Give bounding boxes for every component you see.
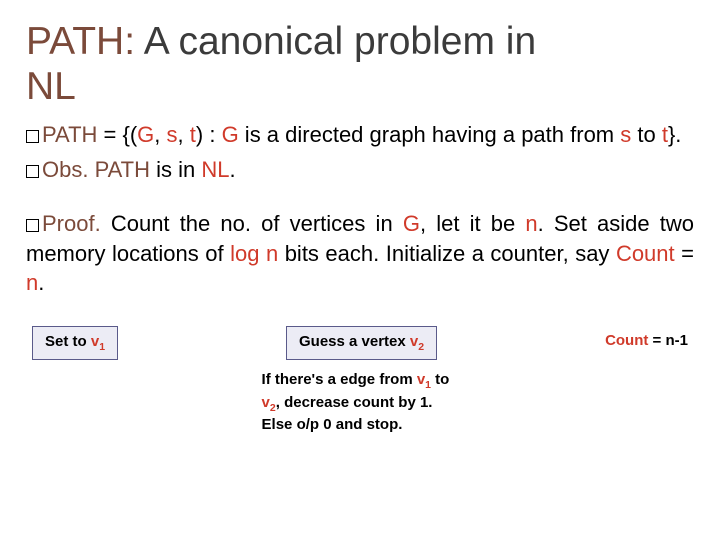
bullet-icon xyxy=(26,130,39,143)
flow-count-label: Count = n-1 xyxy=(605,326,688,349)
flow-step-3: Count = n-1 xyxy=(605,326,688,349)
title-path: PATH: xyxy=(26,20,135,63)
path-word: PATH xyxy=(42,122,97,147)
slide-title: PATH: A canonical problem in NL xyxy=(26,20,694,110)
flow-caption: If there's a edge from v1 to v2, decreas… xyxy=(262,370,462,435)
proof-line: Proof. Count the no. of vertices in G, l… xyxy=(26,209,694,298)
obs-line: Obs. PATH is in NL. xyxy=(26,155,694,185)
bullet-icon xyxy=(26,165,39,178)
flow-step-1: Set to v1 xyxy=(32,326,118,360)
flow-box-guess: Guess a vertex v2 xyxy=(286,326,437,360)
title-mid: A canonical problem in xyxy=(135,20,536,63)
definition-line: PATH = {(G, s, t) : G is a directed grap… xyxy=(26,120,694,150)
bullet-icon xyxy=(26,219,39,232)
flow-box-set: Set to v1 xyxy=(32,326,118,360)
flow-step-2: Guess a vertex v2 If there's a edge from… xyxy=(262,326,462,435)
title-nl: NL xyxy=(26,65,76,108)
flow-diagram: Set to v1 Guess a vertex v2 If there's a… xyxy=(26,326,694,435)
